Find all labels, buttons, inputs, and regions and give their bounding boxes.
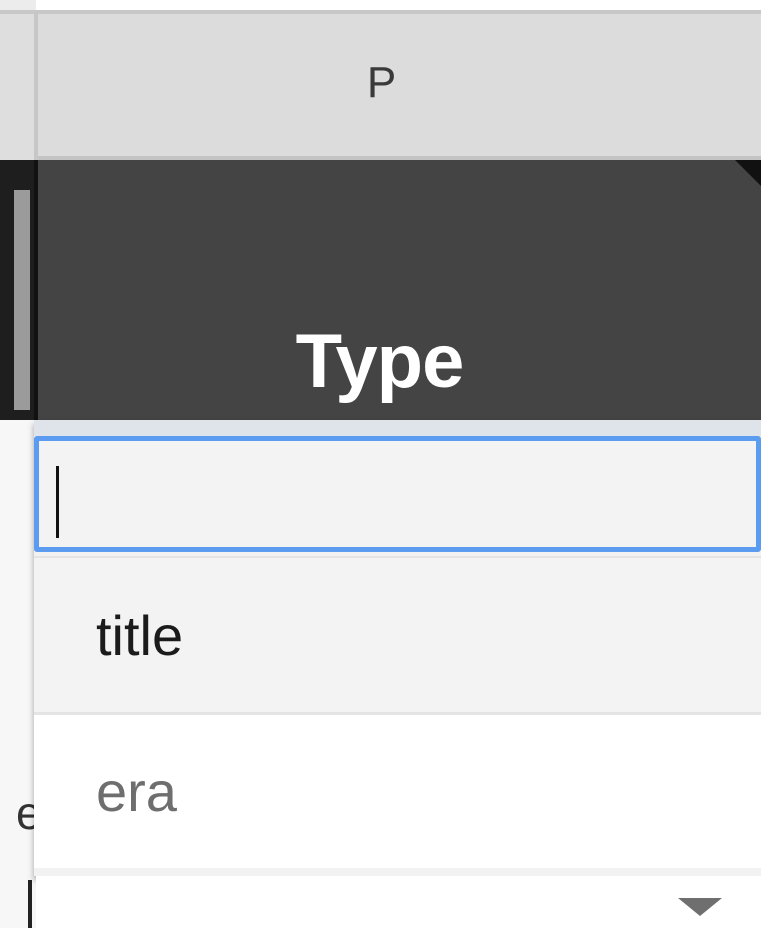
previous-column-header[interactable] <box>0 14 36 160</box>
option-label: era <box>96 760 177 823</box>
option-label: title <box>96 603 184 667</box>
dropdown-top-band <box>34 420 761 436</box>
previous-cell-partial-text: e <box>16 790 36 836</box>
previous-column-body <box>0 420 36 928</box>
data-cell-row[interactable] <box>36 876 761 928</box>
header-cell-label: Type <box>295 319 465 404</box>
cell-corner-indicator <box>735 160 761 186</box>
dropdown-option-title[interactable]: title <box>34 556 761 712</box>
dropdown-option-list: title era <box>34 556 761 868</box>
column-header-letter: P <box>366 58 397 107</box>
column-header-p[interactable]: P <box>38 10 761 160</box>
spreadsheet-view: e P Type title era <box>0 0 761 928</box>
dropdown-arrow-icon[interactable] <box>678 898 722 916</box>
previous-column-strip: e <box>0 0 36 928</box>
cell-border <box>28 880 32 928</box>
header-cell-type[interactable]: Type <box>34 160 761 422</box>
autocomplete-dropdown: title era <box>34 420 761 876</box>
dropdown-option-era[interactable]: era <box>34 712 761 868</box>
text-caret <box>56 466 59 538</box>
dropdown-search-wrap <box>34 436 761 556</box>
dropdown-search-input[interactable] <box>34 436 761 552</box>
